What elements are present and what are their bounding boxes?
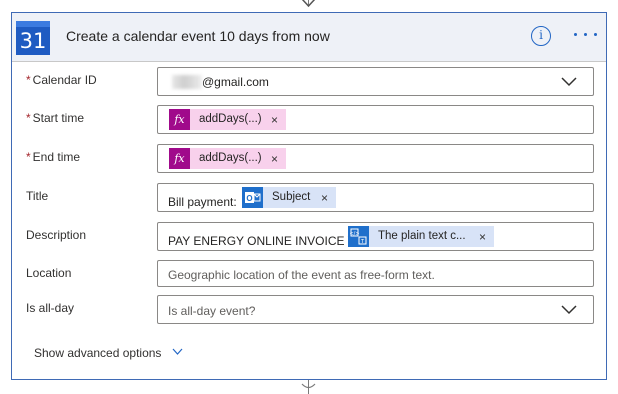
fx-icon: fx: [169, 109, 190, 130]
connector-node-icon: [301, 383, 316, 389]
start-time-input[interactable]: fx addDays(...) ×: [157, 105, 594, 134]
is-all-day-placeholder: Is all-day event?: [168, 304, 256, 318]
start-time-label: * Start time: [26, 111, 85, 125]
calendar-id-value: @gmail.com: [202, 75, 269, 89]
outlook-icon: O: [242, 187, 263, 208]
calendar-icon: 31: [16, 21, 50, 55]
end-time-label: * End time: [26, 150, 81, 164]
info-icon[interactable]: i: [531, 26, 551, 46]
dynamic-content-token[interactable]: </> T The plain text c... ×: [348, 226, 494, 247]
chevron-down-icon[interactable]: [561, 303, 577, 315]
calendar-id-label: * Calendar ID: [26, 73, 97, 87]
location-placeholder: Geographic location of the event as free…: [168, 268, 435, 282]
title-label: Title: [26, 189, 49, 203]
html-to-text-icon: </> T: [348, 226, 369, 247]
calendar-id-dropdown[interactable]: @gmail.com: [157, 67, 594, 96]
fx-icon: fx: [169, 148, 190, 169]
more-options-icon[interactable]: [574, 31, 598, 39]
required-marker: *: [26, 150, 31, 164]
chevron-down-icon[interactable]: [561, 75, 577, 87]
description-prefix-text: PAY ENERGY ONLINE INVOICE \N: [168, 234, 360, 248]
remove-token-icon[interactable]: ×: [271, 152, 278, 166]
redacted-email-prefix: [172, 75, 202, 89]
required-marker: *: [26, 111, 31, 125]
svg-text:</>: </>: [349, 231, 359, 237]
arrow-down-icon: [301, 0, 316, 8]
svg-text:O: O: [246, 194, 252, 203]
is-all-day-dropdown[interactable]: Is all-day event?: [157, 295, 594, 324]
location-label: Location: [26, 266, 72, 280]
description-input[interactable]: PAY ENERGY ONLINE INVOICE \N </> T The p…: [157, 222, 594, 251]
action-card: 31 Create a calendar event 10 days from …: [11, 12, 607, 380]
card-header[interactable]: 31 Create a calendar event 10 days from …: [12, 13, 606, 62]
description-label: Description: [26, 228, 87, 242]
location-input[interactable]: Geographic location of the event as free…: [157, 260, 594, 287]
is-all-day-label: Is all-day: [26, 301, 75, 315]
expression-token[interactable]: fx addDays(...) ×: [169, 109, 286, 130]
expression-token[interactable]: fx addDays(...) ×: [169, 148, 286, 169]
dynamic-content-token[interactable]: O Subject ×: [242, 187, 336, 208]
required-marker: *: [26, 73, 31, 87]
remove-token-icon[interactable]: ×: [321, 191, 328, 205]
end-time-input[interactable]: fx addDays(...) ×: [157, 144, 594, 173]
remove-token-icon[interactable]: ×: [271, 113, 278, 127]
remove-token-icon[interactable]: ×: [479, 230, 486, 244]
show-advanced-options-link[interactable]: Show advanced options: [34, 346, 161, 360]
title-input[interactable]: Bill payment: O Subject ×: [157, 183, 594, 212]
title-prefix-text: Bill payment:: [168, 195, 237, 209]
card-title[interactable]: Create a calendar event 10 days from now: [66, 28, 330, 44]
chevron-down-icon[interactable]: [172, 348, 183, 356]
